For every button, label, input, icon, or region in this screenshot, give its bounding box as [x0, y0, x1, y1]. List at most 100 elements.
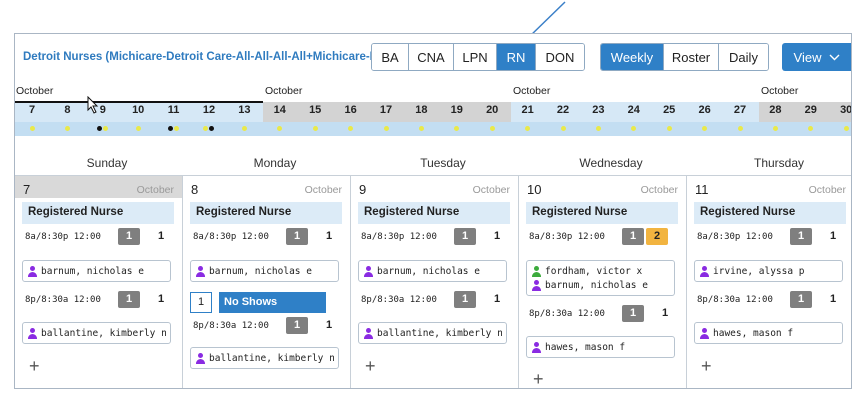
assigned-staff-box[interactable]: hawes, mason f: [694, 322, 843, 344]
staff-name: barnum, nicholas e: [545, 279, 648, 291]
staff-entry[interactable]: ballantine, kimberly n: [27, 326, 167, 340]
assigned-staff-box[interactable]: ballantine, kimberly n: [358, 322, 507, 344]
role-button-cna[interactable]: CNA: [408, 44, 453, 70]
filled-count-badge: 1: [622, 305, 644, 322]
schedule-title[interactable]: Detroit Nurses (Michicare-Detroit Care-A…: [23, 51, 394, 63]
timeline-day[interactable]: 16: [336, 104, 366, 116]
shift-row[interactable]: 8p/8:30a 12:00 1 1: [22, 289, 174, 311]
staff-entry[interactable]: barnum, nicholas e: [531, 278, 670, 292]
schedule-dot: [666, 126, 672, 131]
timeline-day[interactable]: 14: [265, 104, 295, 116]
timeline-day[interactable]: 24: [619, 104, 649, 116]
view-button-weekly[interactable]: Weekly: [601, 44, 663, 70]
shift-row[interactable]: 8p/8:30a 12:00 1 1: [526, 303, 678, 325]
no-shows-indicator[interactable]: 1 No Shows: [190, 292, 326, 313]
timeline-day[interactable]: 18: [406, 104, 436, 116]
timeline-day[interactable]: 11: [159, 104, 189, 116]
timeline-day[interactable]: 19: [442, 104, 472, 116]
schedule-dot: [135, 126, 141, 131]
timeline-day[interactable]: 13: [229, 104, 259, 116]
schedule-dot: [209, 126, 214, 131]
date-timeline[interactable]: October October October October 7 8 9 10 11 1…: [15, 82, 851, 144]
schedule-dot: [203, 126, 208, 131]
add-shift-button[interactable]: +: [533, 369, 544, 388]
person-icon: [531, 265, 542, 277]
weekday-header: Monday: [253, 156, 297, 170]
day-number: 7: [23, 182, 31, 197]
staff-entry[interactable]: ballantine, kimberly n: [195, 351, 335, 365]
add-shift-button[interactable]: +: [701, 356, 712, 377]
role-button-lpn[interactable]: LPN: [453, 44, 496, 70]
timeline-day[interactable]: 25: [654, 104, 684, 116]
timeline-day[interactable]: 23: [583, 104, 613, 116]
filled-count-badge: 1: [118, 291, 140, 308]
staff-entry[interactable]: barnum, nicholas e: [363, 264, 502, 278]
shift-time: 8p/8:30a 12:00: [529, 309, 605, 319]
staff-name: fordham, victor x: [545, 265, 643, 277]
shift-row[interactable]: 8a/8:30p 12:00 1 1: [22, 226, 174, 248]
weekday-header-row: Sunday Monday Tuesday Wednesday Thursday: [15, 144, 851, 176]
staff-entry[interactable]: hawes, mason f: [699, 326, 838, 340]
timeline-day[interactable]: 29: [796, 104, 826, 116]
weekday-header: Tuesday: [420, 156, 466, 170]
no-shows-count: 1: [190, 292, 212, 313]
shift-row[interactable]: 8a/8:30p 12:00 1 1: [694, 226, 846, 248]
timeline-day[interactable]: 27: [725, 104, 755, 116]
timeline-day[interactable]: 7: [17, 104, 47, 116]
timeline-day[interactable]: 12: [194, 104, 224, 116]
filled-count-badge: 1: [790, 291, 812, 308]
role-button-don[interactable]: DON: [535, 44, 584, 70]
timeline-day[interactable]: 8: [52, 104, 82, 116]
assigned-staff-box[interactable]: barnum, nicholas e: [358, 260, 507, 282]
view-button-roster[interactable]: Roster: [663, 44, 718, 70]
day-column: 11 October Registered Nurse 8a/8:30p 12:…: [687, 176, 851, 388]
timeline-day[interactable]: 10: [123, 104, 153, 116]
shift-row[interactable]: 8p/8:30a 12:00 1 1: [358, 289, 510, 311]
staff-name: barnum, nicholas e: [209, 265, 312, 277]
staff-entry[interactable]: hawes, mason f: [531, 340, 670, 354]
staff-entry[interactable]: irvine, alyssa p: [699, 264, 838, 278]
shift-row[interactable]: 8p/8:30a 12:00 1 1: [190, 315, 342, 337]
schedule-dot: [102, 126, 108, 131]
view-button-daily[interactable]: Daily: [718, 44, 768, 70]
shift-time: 8p/8:30a 12:00: [697, 295, 773, 305]
timeline-day[interactable]: 20: [477, 104, 507, 116]
assigned-staff-box[interactable]: hawes, mason f: [526, 336, 675, 358]
timeline-day[interactable]: 17: [371, 104, 401, 116]
view-menu-button[interactable]: View: [782, 43, 851, 71]
shift-row[interactable]: 8a/8:30p 12:00 1 1: [358, 226, 510, 248]
assigned-staff-box[interactable]: fordham, victor x barnum, nicholas e: [526, 260, 675, 296]
timeline-day[interactable]: 30: [831, 104, 851, 116]
timeline-day[interactable]: 28: [760, 104, 790, 116]
role-button-ba[interactable]: BA: [372, 44, 408, 70]
shift-row[interactable]: 8a/8:30p 12:00 1 2: [526, 226, 678, 248]
shift-row[interactable]: 8p/8:30a 12:00 1 1: [694, 289, 846, 311]
toolbar: Detroit Nurses (Michicare-Detroit Care-A…: [15, 34, 851, 82]
day-number: 8: [191, 182, 199, 197]
role-header: Registered Nurse: [358, 202, 510, 224]
timeline-day[interactable]: 15: [300, 104, 330, 116]
assigned-staff-box[interactable]: ballantine, kimberly n: [190, 347, 339, 369]
add-shift-button[interactable]: +: [29, 356, 40, 377]
person-icon: [531, 341, 542, 353]
day-number: 11: [695, 182, 709, 197]
assigned-staff-box[interactable]: barnum, nicholas e: [22, 260, 171, 282]
staff-entry[interactable]: fordham, victor x: [531, 264, 670, 278]
shift-row[interactable]: 8a/8:30p 12:00 1 1: [190, 226, 342, 248]
assigned-staff-box[interactable]: barnum, nicholas e: [190, 260, 339, 282]
required-count: 1: [662, 307, 669, 319]
staff-entry[interactable]: barnum, nicholas e: [195, 264, 334, 278]
assigned-staff-box[interactable]: irvine, alyssa p: [694, 260, 843, 282]
filled-count-badge: 1: [454, 228, 476, 245]
assigned-staff-box[interactable]: ballantine, kimberly n: [22, 322, 171, 344]
timeline-day[interactable]: 21: [513, 104, 543, 116]
staff-entry[interactable]: ballantine, kimberly n: [363, 326, 503, 340]
person-icon: [363, 265, 374, 277]
weekday-header: Wednesday: [579, 156, 643, 170]
role-button-rn[interactable]: RN: [496, 44, 535, 70]
add-shift-button[interactable]: +: [365, 356, 376, 377]
timeline-day[interactable]: 22: [548, 104, 578, 116]
staff-entry[interactable]: barnum, nicholas e: [27, 264, 166, 278]
required-count: 1: [158, 230, 165, 242]
timeline-day[interactable]: 26: [690, 104, 720, 116]
